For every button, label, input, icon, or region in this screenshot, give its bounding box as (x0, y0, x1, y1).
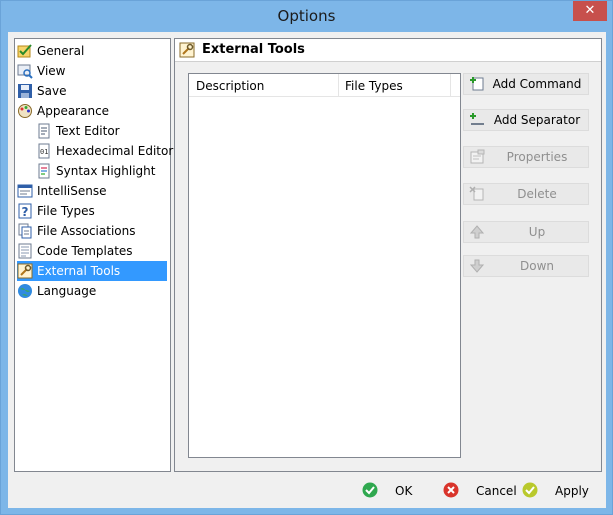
panel-header: External Tools (175, 39, 601, 62)
close-icon: ✕ (584, 3, 596, 18)
tree-item-intellisense[interactable]: IntelliSense (17, 181, 167, 201)
delete-icon (469, 186, 484, 201)
tree-item-text-editor[interactable]: Text Editor (36, 121, 167, 141)
properties-label: Properties (506, 150, 568, 164)
tree-item-file-associations[interactable]: File Associations (17, 221, 167, 241)
tree-item-label: Syntax Highlight (56, 164, 156, 178)
up-label: Up (528, 225, 546, 239)
ok-button[interactable]: OK (362, 481, 422, 503)
tree-item-view[interactable]: View (17, 61, 167, 81)
delete-label: Delete (517, 187, 557, 201)
tree-item-label: External Tools (37, 264, 121, 278)
save-icon (18, 84, 32, 98)
external-tools-list[interactable]: Description File Types (188, 73, 461, 458)
check-icon (362, 482, 378, 498)
tree-item-general[interactable]: General (17, 41, 167, 61)
close-button[interactable]: ✕ (573, 1, 607, 21)
apply-check-icon (522, 482, 538, 498)
tree-item-label: Text Editor (56, 124, 120, 138)
add-separator-icon (470, 113, 484, 125)
ok-label: OK (395, 484, 413, 498)
text-editor-icon (38, 123, 50, 139)
svg-text:?: ? (22, 205, 29, 219)
add-command-label: Add Command (492, 77, 582, 91)
tree-item-code-templates[interactable]: Code Templates (17, 241, 167, 261)
panel-title: External Tools (202, 42, 305, 57)
file-associations-icon (18, 223, 32, 239)
tree-item-file-types[interactable]: ? File Types (17, 201, 167, 221)
tree-item-hexadecimal-editor[interactable]: 01 Hexadecimal Editor (36, 141, 173, 161)
add-separator-label: Add Separator (493, 113, 581, 127)
code-templates-icon (18, 243, 32, 259)
column-divider[interactable] (450, 74, 451, 96)
general-icon (17, 44, 32, 58)
tree-item-syntax-highlight[interactable]: Syntax Highlight (36, 161, 167, 181)
tree-item-label: General (37, 44, 85, 58)
options-tree[interactable]: General View Save Appearance Text Editor… (14, 38, 173, 472)
tree-item-label: File Types (37, 204, 95, 218)
title-bar[interactable]: Options ✕ (1, 1, 612, 32)
column-divider[interactable] (338, 74, 339, 96)
language-icon (18, 284, 32, 298)
add-command-icon (470, 77, 484, 91)
tree-item-save[interactable]: Save (17, 81, 167, 101)
svg-text:01: 01 (40, 148, 48, 156)
properties-icon (470, 149, 485, 164)
tree-item-label: Appearance (37, 104, 110, 118)
apply-button[interactable]: Apply (522, 481, 589, 503)
arrow-down-icon (469, 259, 485, 273)
add-separator-button[interactable]: Add Separator (463, 109, 589, 131)
options-window: Options ✕ General View Save Appearance T… (0, 0, 613, 515)
column-header-file-types[interactable]: File Types (345, 79, 403, 93)
window-title: Options (277, 7, 336, 25)
down-label: Down (519, 259, 554, 273)
cancel-button[interactable]: Cancel (443, 481, 517, 503)
external-tools-icon (179, 42, 195, 58)
view-icon (17, 64, 33, 79)
tree-item-external-tools[interactable]: External Tools (17, 261, 167, 281)
tree-item-label: Language (37, 284, 97, 298)
list-header: Description File Types (189, 74, 460, 97)
tree-item-label: View (37, 64, 66, 78)
cancel-icon (443, 482, 459, 498)
external-tools-icon (17, 263, 33, 279)
column-header-description[interactable]: Description (196, 79, 264, 93)
apply-label: Apply (555, 484, 589, 498)
tree-item-language[interactable]: Language (17, 281, 167, 301)
arrow-up-icon (469, 225, 485, 239)
intellisense-icon (17, 184, 33, 198)
tree-item-label: File Associations (37, 224, 136, 238)
tree-item-appearance[interactable]: Appearance (17, 101, 167, 121)
tree-item-label: Code Templates (37, 244, 133, 258)
move-up-button[interactable]: Up (463, 221, 589, 243)
syntax-highlight-icon (38, 163, 50, 179)
properties-button[interactable]: Properties (463, 146, 589, 168)
add-command-button[interactable]: Add Command (463, 73, 589, 95)
external-tools-panel: External Tools Description File Types Ad… (174, 38, 602, 472)
file-types-icon: ? (18, 203, 32, 219)
appearance-icon (18, 104, 32, 118)
delete-button[interactable]: Delete (463, 183, 589, 205)
cancel-label: Cancel (476, 484, 517, 498)
tree-item-label: IntelliSense (37, 184, 107, 198)
hex-editor-icon: 01 (38, 143, 50, 159)
move-down-button[interactable]: Down (463, 255, 589, 277)
tree-item-label: Hexadecimal Editor (56, 144, 174, 158)
tree-item-label: Save (37, 84, 67, 98)
dialog-body: General View Save Appearance Text Editor… (8, 32, 606, 508)
